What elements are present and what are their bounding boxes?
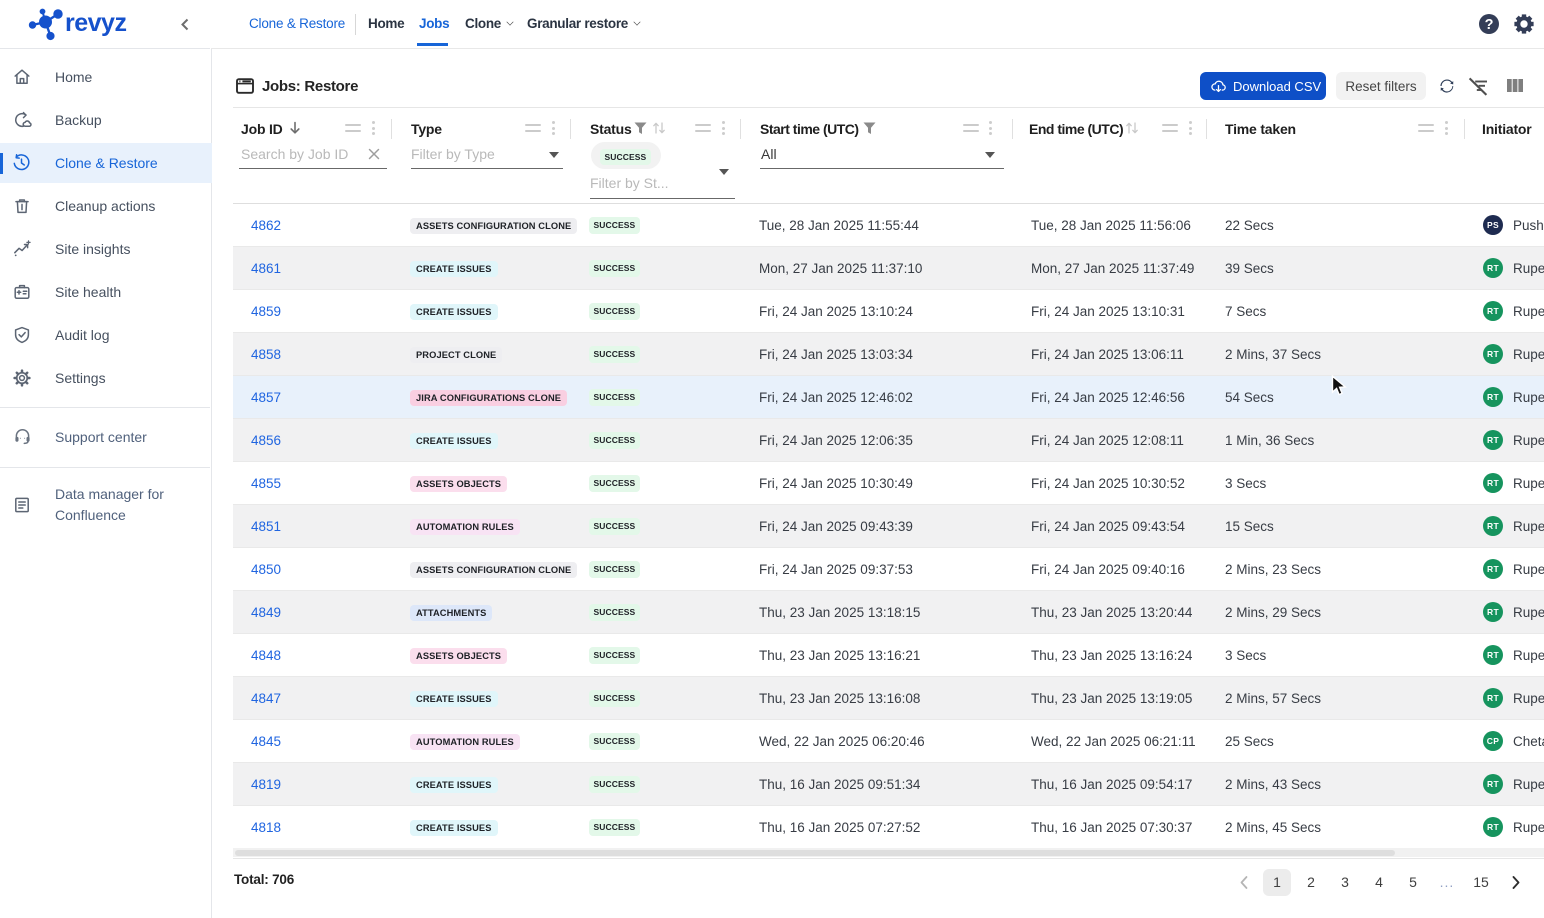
svg-text:?: ? (1485, 17, 1494, 33)
